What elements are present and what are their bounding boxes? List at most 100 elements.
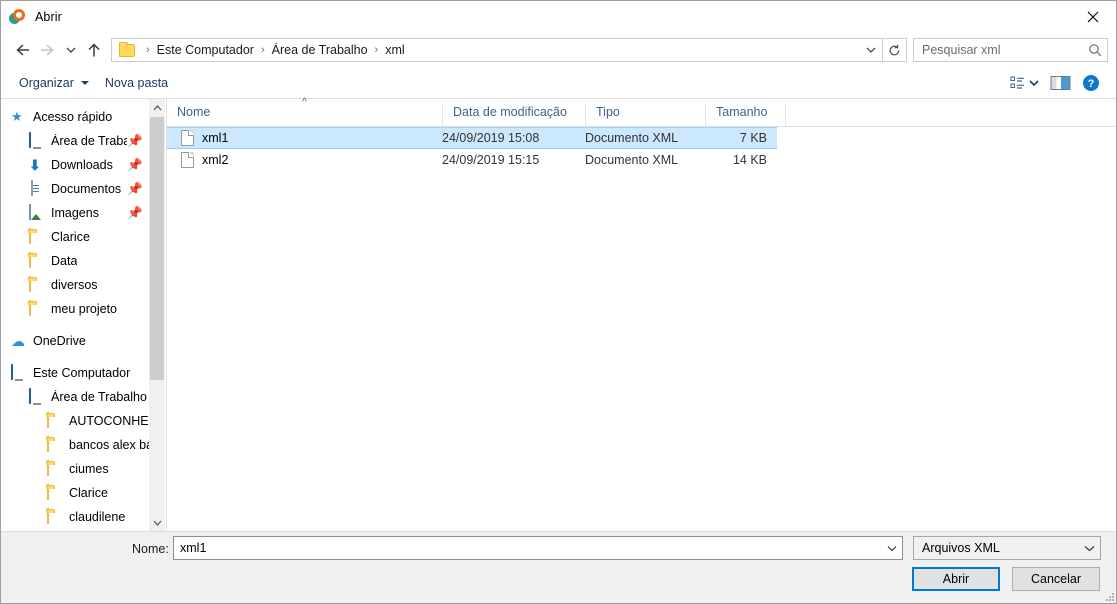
file-type-select[interactable]: Arquivos XML	[913, 536, 1101, 560]
sidebar-item-quick-access[interactable]: ★ Acesso rápido	[1, 105, 149, 129]
help-button[interactable]: ?	[1076, 70, 1106, 96]
recent-locations-button[interactable]	[61, 37, 81, 63]
sidebar-item-label: Este Computador	[33, 366, 130, 380]
dialog-body: ★ Acesso rápido Área de Traba 📌 ⬇ Downlo…	[1, 99, 1116, 531]
sidebar-item-this-pc[interactable]: Este Computador	[1, 361, 149, 385]
sidebar-item-bancos-alex[interactable]: bancos alex ba	[1, 433, 149, 457]
column-header-label: Nome	[177, 105, 210, 119]
sidebar-item-label: AUTOCONHEC	[69, 414, 149, 428]
chevron-down-icon	[887, 545, 897, 552]
sidebar-item-data[interactable]: Data	[1, 249, 149, 273]
sidebar-item-label: Imagens	[51, 206, 99, 220]
forward-button[interactable]	[35, 37, 61, 63]
command-toolbar: Organizar Nova pasta ?	[1, 67, 1116, 99]
column-header-label: Tamanho	[716, 105, 767, 119]
new-folder-button[interactable]: Nova pasta	[97, 71, 176, 95]
file-modified: 24/09/2019 15:15	[442, 153, 585, 167]
file-name-value[interactable]: xml1	[174, 541, 882, 555]
sidebar-item-autoconhec[interactable]: AUTOCONHEC	[1, 409, 149, 433]
file-name-dropdown-button[interactable]	[882, 545, 902, 552]
pin-icon[interactable]: 📌	[127, 134, 149, 149]
folder-icon	[47, 437, 63, 453]
cancel-button[interactable]: Cancelar	[1012, 567, 1100, 591]
file-name-cell: xml2	[167, 152, 442, 168]
view-options-button[interactable]	[1004, 70, 1046, 96]
file-type-dropdown-icon[interactable]	[1078, 545, 1100, 552]
address-bar[interactable]: › Este Computador › Área de Trabalho › x…	[111, 38, 883, 62]
sidebar-item-clarice-tree[interactable]: Clarice	[1, 481, 149, 505]
computer-icon	[11, 365, 27, 381]
close-button[interactable]	[1070, 1, 1116, 32]
back-button[interactable]	[9, 37, 35, 63]
sidebar-item-meu-projeto[interactable]: meu projeto	[1, 297, 149, 321]
breadcrumb-separator-0: ›	[141, 44, 155, 56]
sidebar-item-ciumes[interactable]: ciumes	[1, 457, 149, 481]
column-header-modified[interactable]: Data de modificação	[442, 104, 585, 126]
search-input[interactable]: Pesquisar xml	[914, 43, 1083, 57]
file-modified: 24/09/2019 15:08	[442, 131, 585, 145]
sidebar-item-label: bancos alex ba	[69, 438, 149, 452]
file-list-pane: ^ Nome Data de modificação Tipo Tamanho	[167, 99, 1116, 531]
sidebar-item-claudilene[interactable]: claudilene	[1, 505, 149, 529]
sidebar-item-label: Área de Traba	[51, 134, 127, 148]
search-button[interactable]	[1083, 43, 1107, 57]
breadcrumb-item-1[interactable]: Área de Trabalho	[270, 43, 370, 57]
column-header-row: ^ Nome Data de modificação Tipo Tamanho	[167, 99, 1116, 127]
dialog-footer: Nome: xml1 Arquivos XML Abrir Cancelar	[1, 531, 1116, 603]
sidebar-item-label: claudilene	[69, 510, 125, 524]
chevron-down-icon	[1084, 545, 1095, 552]
refresh-button[interactable]	[883, 38, 907, 62]
sidebar-item-documents[interactable]: Documentos 📌	[1, 177, 149, 201]
sidebar-item-label: Documentos	[51, 182, 121, 196]
pin-icon[interactable]: 📌	[127, 158, 149, 173]
table-row[interactable]: xml1 24/09/2019 15:08 Documento XML 7 KB	[167, 127, 777, 149]
breadcrumb-separator-2: ›	[370, 44, 384, 56]
scroll-up-button[interactable]	[149, 99, 165, 116]
pin-icon[interactable]: 📌	[127, 206, 149, 221]
sidebar-item-label: Área de Trabalho	[51, 390, 147, 404]
sidebar-item-label: Clarice	[69, 486, 108, 500]
sidebar-item-onedrive[interactable]: ☁ OneDrive	[1, 329, 149, 353]
arrow-up-icon	[87, 43, 101, 58]
close-icon	[1087, 11, 1099, 23]
search-box[interactable]: Pesquisar xml	[913, 38, 1108, 62]
folder-icon	[47, 509, 63, 525]
up-button[interactable]	[81, 37, 107, 63]
file-name: xml1	[202, 131, 228, 145]
sidebar-item-desktop-tree[interactable]: Área de Trabalho	[1, 385, 149, 409]
file-name-input[interactable]: xml1	[173, 536, 903, 560]
navigation-bar: › Este Computador › Área de Trabalho › x…	[1, 33, 1116, 67]
svg-text:?: ?	[1088, 78, 1095, 90]
breadcrumb-item-0[interactable]: Este Computador	[155, 43, 256, 57]
sidebar-scrollbar[interactable]	[149, 99, 165, 531]
scrollbar-thumb[interactable]	[150, 117, 164, 380]
scroll-down-button[interactable]	[149, 514, 165, 531]
column-header-name[interactable]: ^ Nome	[167, 104, 442, 126]
folder-icon	[29, 301, 45, 317]
column-header-type[interactable]: Tipo	[585, 104, 705, 126]
help-circle-icon: ?	[1082, 74, 1100, 92]
sidebar-item-clarice[interactable]: Clarice	[1, 225, 149, 249]
column-header-size[interactable]: Tamanho	[705, 104, 785, 126]
table-row[interactable]: xml2 24/09/2019 15:15 Documento XML 14 K…	[167, 149, 777, 171]
sidebar-item-diversos[interactable]: diversos	[1, 273, 149, 297]
open-button[interactable]: Abrir	[912, 567, 1000, 591]
download-icon: ⬇	[29, 157, 45, 173]
breadcrumb-item-2[interactable]: xml	[383, 43, 406, 57]
view-list-icon	[1010, 75, 1040, 91]
sidebar-item-pictures[interactable]: Imagens 📌	[1, 201, 149, 225]
preview-pane-button[interactable]	[1046, 70, 1076, 96]
sidebar-item-desktop[interactable]: Área de Traba 📌	[1, 129, 149, 153]
file-type: Documento XML	[585, 153, 705, 167]
organize-button[interactable]: Organizar	[11, 71, 97, 95]
address-dropdown-button[interactable]	[860, 39, 882, 61]
sidebar-item-downloads[interactable]: ⬇ Downloads 📌	[1, 153, 149, 177]
sidebar-item-label: Clarice	[51, 230, 90, 244]
folder-icon	[47, 485, 63, 501]
chevron-down-icon	[866, 46, 876, 54]
resize-grip[interactable]	[1104, 591, 1114, 601]
search-icon	[1088, 43, 1102, 57]
pin-icon[interactable]: 📌	[127, 182, 149, 197]
file-type: Documento XML	[585, 131, 705, 145]
folder-icon	[29, 229, 45, 245]
